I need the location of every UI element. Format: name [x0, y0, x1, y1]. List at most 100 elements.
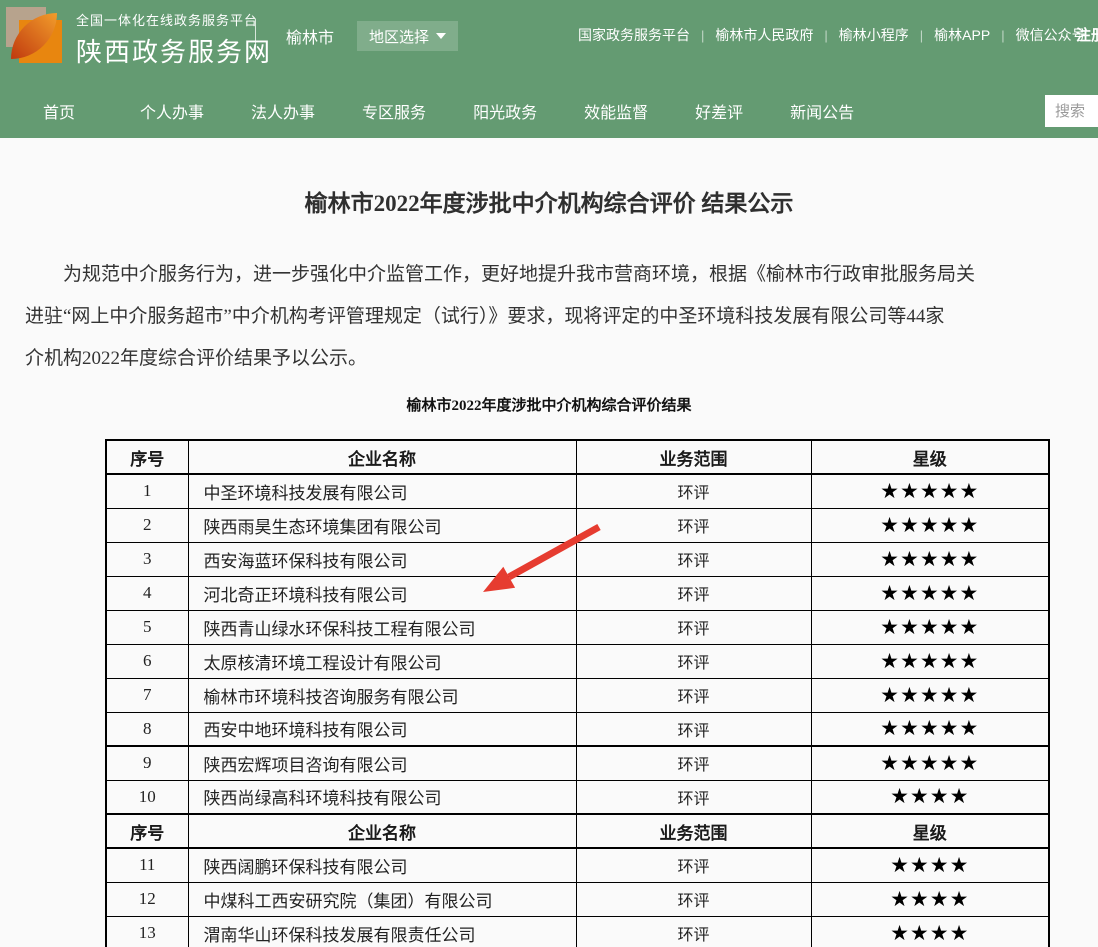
column-header: 企业名称 — [188, 440, 576, 474]
cell-stars: ★★★★★ — [811, 542, 1049, 576]
article-paragraph: 为规范中介服务行为，进一步强化中介监管工作，更好地提升我市营商环境，根据《榆林市… — [25, 254, 1098, 380]
cell-name: 渭南华山环保科技发展有限责任公司 — [188, 916, 576, 947]
top-link-divider: | — [701, 28, 704, 43]
cell-scope: 环评 — [576, 576, 811, 610]
column-header: 企业名称 — [188, 814, 576, 848]
nav-item-1[interactable]: 个人办事 — [140, 99, 204, 123]
main-navigation: 首页 个人办事 法人办事 专区服务 阳光政务 效能监督 好差评 新闻公告 — [0, 84, 1098, 138]
cell-stars: ★★★★ — [811, 882, 1049, 916]
cell-stars: ★★★★ — [811, 916, 1049, 947]
top-link-1[interactable]: 榆林市人民政府 — [715, 25, 813, 45]
cell-name: 陕西青山绿水环保科技工程有限公司 — [188, 610, 576, 644]
nav-item-7[interactable]: 新闻公告 — [790, 99, 854, 123]
table-caption: 榆林市2022年度涉批中介机构综合评价结果 — [0, 394, 1098, 415]
table-row: 11陕西阔鹏环保科技有限公司环评★★★★ — [106, 848, 1049, 882]
nav-item-0[interactable]: 首页 — [43, 99, 75, 123]
table-row: 2陕西雨昊生态环境集团有限公司环评★★★★★ — [106, 508, 1049, 542]
search-box — [1045, 95, 1098, 127]
cell-scope: 环评 — [576, 712, 811, 746]
top-link-2[interactable]: 榆林小程序 — [839, 25, 909, 45]
cell-name: 河北奇正环境科技有限公司 — [188, 576, 576, 610]
cell-stars: ★★★★ — [811, 780, 1049, 814]
paragraph-line: 介机构2022年度综合评价结果予以公示。 — [25, 338, 1098, 380]
table-row: 3西安海蓝环保科技有限公司环评★★★★★ — [106, 542, 1049, 576]
cell-no: 13 — [106, 916, 188, 947]
cell-stars: ★★★★★ — [811, 610, 1049, 644]
cell-name: 陕西尚绿高科环境科技有限公司 — [188, 780, 576, 814]
cell-name: 陕西雨昊生态环境集团有限公司 — [188, 508, 576, 542]
cell-scope: 环评 — [576, 916, 811, 947]
cell-scope: 环评 — [576, 474, 811, 508]
table-row: 9陕西宏辉项目咨询有限公司环评★★★★★ — [106, 746, 1049, 780]
cell-no: 11 — [106, 848, 188, 882]
site-logo[interactable] — [6, 7, 62, 63]
current-city-label: 榆林市 — [286, 28, 334, 50]
cell-scope: 环评 — [576, 610, 811, 644]
cell-name: 西安中地环境科技有限公司 — [188, 712, 576, 746]
column-header: 序号 — [106, 440, 188, 474]
top-link-3[interactable]: 榆林APP — [934, 25, 990, 45]
site-name: 陕西政务服务网 — [76, 32, 272, 69]
table-row: 8西安中地环境科技有限公司环评★★★★★ — [106, 712, 1049, 746]
region-selector-button[interactable]: 地区选择 — [357, 21, 458, 51]
cell-no: 12 — [106, 882, 188, 916]
cell-no: 10 — [106, 780, 188, 814]
table-header-row: 序号企业名称业务范围星级 — [106, 440, 1049, 474]
cell-no: 1 — [106, 474, 188, 508]
column-header: 业务范围 — [576, 814, 811, 848]
cell-name: 中圣环境科技发展有限公司 — [188, 474, 576, 508]
top-link-divider: | — [1001, 28, 1004, 43]
table-header-row: 序号企业名称业务范围星级 — [106, 814, 1049, 848]
cell-no: 9 — [106, 746, 188, 780]
column-header: 序号 — [106, 814, 188, 848]
cell-scope: 环评 — [576, 746, 811, 780]
cell-name: 中煤科工西安研究院（集团）有限公司 — [188, 882, 576, 916]
table-row: 7榆林市环境科技咨询服务有限公司环评★★★★★ — [106, 678, 1049, 712]
search-input[interactable] — [1045, 95, 1098, 127]
cell-no: 4 — [106, 576, 188, 610]
register-link[interactable]: 注册 — [1076, 24, 1098, 45]
top-link-divider: | — [824, 28, 827, 43]
top-links: 国家政务服务平台|榆林市人民政府|榆林小程序|榆林APP|微信公众号 — [578, 25, 1086, 45]
table-row: 12中煤科工西安研究院（集团）有限公司环评★★★★ — [106, 882, 1049, 916]
page-title: 榆林市2022年度涉批中介机构综合评价 结果公示 — [0, 184, 1098, 218]
table-row: 4河北奇正环境科技有限公司环评★★★★★ — [106, 576, 1049, 610]
cell-scope: 环评 — [576, 882, 811, 916]
cell-name: 陕西宏辉项目咨询有限公司 — [188, 746, 576, 780]
cell-stars: ★★★★★ — [811, 474, 1049, 508]
column-header: 星级 — [811, 814, 1049, 848]
cell-no: 3 — [106, 542, 188, 576]
table-row: 6太原核清环境工程设计有限公司环评★★★★★ — [106, 644, 1049, 678]
table-row: 10陕西尚绿高科环境科技有限公司环评★★★★ — [106, 780, 1049, 814]
cell-stars: ★★★★★ — [811, 746, 1049, 780]
nav-item-5[interactable]: 效能监督 — [584, 99, 648, 123]
cell-scope: 环评 — [576, 678, 811, 712]
cell-no: 7 — [106, 678, 188, 712]
column-header: 星级 — [811, 440, 1049, 474]
cell-name: 榆林市环境科技咨询服务有限公司 — [188, 678, 576, 712]
cell-name: 陕西阔鹏环保科技有限公司 — [188, 848, 576, 882]
nav-menu: 首页 个人办事 法人办事 专区服务 阳光政务 效能监督 好差评 新闻公告 — [43, 84, 854, 138]
cell-scope: 环评 — [576, 542, 811, 576]
cell-stars: ★★★★ — [811, 848, 1049, 882]
cell-name: 太原核清环境工程设计有限公司 — [188, 644, 576, 678]
nav-item-2[interactable]: 法人办事 — [251, 99, 315, 123]
nav-item-4[interactable]: 阳光政务 — [473, 99, 537, 123]
cell-no: 2 — [106, 508, 188, 542]
nav-item-6[interactable]: 好差评 — [695, 99, 743, 123]
region-selector-label: 地区选择 — [369, 26, 429, 47]
paragraph-line: 为规范中介服务行为，进一步强化中介监管工作，更好地提升我市营商环境，根据《榆林市… — [25, 254, 1098, 296]
results-table: 序号企业名称业务范围星级1中圣环境科技发展有限公司环评★★★★★2陕西雨昊生态环… — [105, 439, 1050, 947]
paragraph-line: 进驻“网上中介服务超市”中介机构考评管理规定（试行）》要求，现将评定的中圣环境科… — [25, 296, 1098, 338]
nav-item-3[interactable]: 专区服务 — [362, 99, 426, 123]
table-row: 13渭南华山环保科技发展有限责任公司环评★★★★ — [106, 916, 1049, 947]
cell-scope: 环评 — [576, 780, 811, 814]
platform-label: 全国一体化在线政务服务平台 — [76, 10, 272, 29]
cell-scope: 环评 — [576, 644, 811, 678]
cell-stars: ★★★★★ — [811, 678, 1049, 712]
top-link-0[interactable]: 国家政务服务平台 — [578, 25, 690, 45]
table-row: 1中圣环境科技发展有限公司环评★★★★★ — [106, 474, 1049, 508]
top-link-divider: | — [920, 28, 923, 43]
cell-scope: 环评 — [576, 508, 811, 542]
site-header: 全国一体化在线政务服务平台 陕西政务服务网 榆林市 地区选择 国家政务服务平台 |… — [0, 0, 1098, 84]
